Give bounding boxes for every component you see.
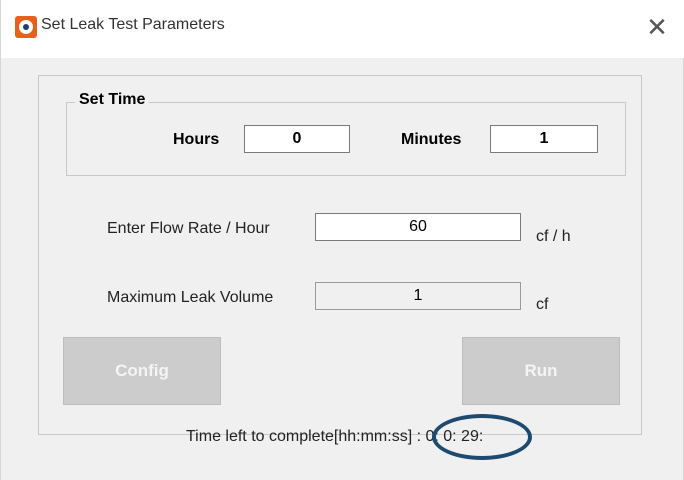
set-time-label: Set Time <box>75 91 150 109</box>
flow-rate-label: Enter Flow Rate / Hour <box>107 220 270 237</box>
window-title: Set Leak Test Parameters <box>41 16 225 33</box>
minutes-input[interactable]: 1 <box>490 125 598 153</box>
config-button[interactable]: Config <box>63 337 221 405</box>
highlight-ring <box>432 414 532 460</box>
max-leak-unit: cf <box>536 296 549 313</box>
title-bar[interactable]: Set Leak Test Parameters ✕ <box>1 0 684 58</box>
max-leak-label: Maximum Leak Volume <box>107 289 274 306</box>
max-leak-value: 1 <box>315 282 521 310</box>
flow-rate-input[interactable]: 60 <box>315 213 521 241</box>
app-icon <box>15 16 37 38</box>
flow-rate-unit: cf / h <box>536 228 571 245</box>
dialog-window: Set Leak Test Parameters ✕ Set Time Hour… <box>0 0 684 480</box>
hours-label: Hours <box>173 131 220 148</box>
close-icon[interactable]: ✕ <box>639 10 675 46</box>
hours-input[interactable]: 0 <box>244 125 350 153</box>
run-button[interactable]: Run <box>462 337 620 405</box>
minutes-label: Minutes <box>401 131 462 148</box>
